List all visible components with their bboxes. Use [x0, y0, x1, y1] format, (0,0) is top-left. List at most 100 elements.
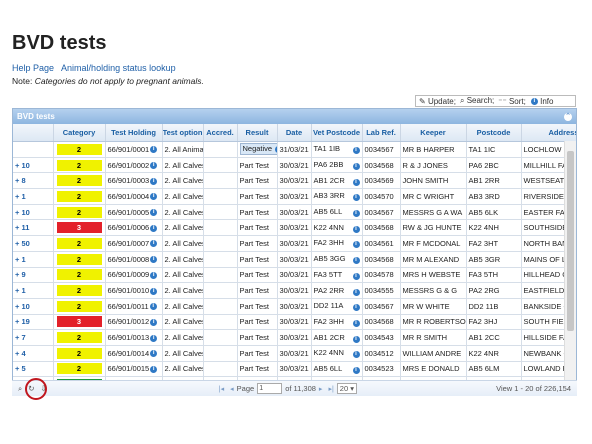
info-icon[interactable]: i — [150, 146, 158, 154]
result-value: Negative — [242, 144, 273, 154]
result-select[interactable]: Negative ▾ — [239, 143, 276, 156]
table-row[interactable]: + 7 2 66/901/0013 i 2. All Calves Part Test 30… — [13, 329, 576, 346]
info-icon[interactable]: i — [352, 366, 360, 374]
column-header-6[interactable]: Date — [277, 124, 312, 142]
animal-status-lookup-link[interactable]: Animal/holding status lookup — [61, 63, 176, 73]
grid-caption: BVD tests ⌃ — [13, 109, 576, 124]
table-cell: 2. All Calves — [162, 235, 204, 252]
info-icon[interactable]: i — [150, 350, 158, 358]
table-cell: + 10 — [13, 157, 54, 174]
info-icon[interactable]: i — [352, 147, 360, 155]
expand-toggle[interactable]: + 4 — [15, 349, 26, 358]
info-icon[interactable]: i — [150, 365, 158, 373]
info-icon[interactable]: i — [150, 224, 158, 232]
column-header-8[interactable]: Lab Ref. — [362, 124, 401, 142]
table-row[interactable]: + 19 3 66/901/0012 i 2. All Calves Part Test 3… — [13, 314, 576, 331]
expand-toggle[interactable]: + 5 — [15, 364, 26, 373]
table-row[interactable]: + 10 2 66/901/0002 i 2. All Calves Part Test 3… — [13, 157, 576, 174]
postcode: AB5 6LK — [468, 207, 499, 217]
column-header-3[interactable]: Test option — [162, 124, 204, 142]
expand-toggle[interactable]: + 11 — [15, 223, 29, 232]
column-header-1[interactable]: Category — [53, 124, 106, 142]
expand-toggle[interactable]: + 19 — [15, 317, 30, 326]
next-page-icon[interactable]: ▸ — [319, 385, 323, 393]
page-number-input[interactable]: 1 — [257, 383, 283, 394]
info-icon[interactable]: i — [352, 225, 360, 233]
column-header-5[interactable]: Result — [237, 124, 278, 142]
collapse-icon[interactable]: ⌃ — [564, 112, 572, 121]
expand-toggle[interactable]: + 1 — [15, 192, 26, 201]
expand-toggle[interactable]: + 7 — [15, 333, 26, 342]
column-header-10[interactable]: Postcode — [466, 124, 522, 142]
info-icon[interactable]: i — [150, 318, 158, 326]
expand-toggle[interactable]: + 10 — [15, 208, 30, 217]
table-row[interactable]: + 8 2 66/901/0003 i 2. All Calves Part Test 30… — [13, 172, 576, 190]
table-row[interactable]: + 10 2 66/901/0011 i 2. All Calves Part Test 3… — [13, 298, 576, 315]
scrollbar-thumb[interactable] — [567, 151, 574, 331]
table-row[interactable]: + 1 2 66/901/0010 i 2. All Calves Part Test 30… — [13, 282, 576, 299]
info-icon[interactable]: i — [352, 210, 360, 218]
info-icon[interactable]: i — [352, 257, 360, 265]
table-row[interactable]: + 1 2 66/901/0008 i 2. All Calves Part Test 30… — [13, 251, 576, 268]
expand-toggle[interactable]: + 9 — [15, 270, 26, 279]
info-icon[interactable]: i — [352, 272, 360, 280]
table-row[interactable]: + 11 3 66/901/0006 i 2. All Calves Part Test 3… — [13, 219, 576, 237]
rows-per-page-select[interactable]: 20 ▾ — [336, 383, 357, 394]
info-icon[interactable]: i — [352, 351, 360, 359]
info-icon[interactable]: i — [352, 335, 360, 343]
column-header-4[interactable]: Accred. — [203, 124, 238, 142]
page-label: Page — [236, 384, 255, 393]
table-row[interactable]: + 1 2 66/901/0004 i 2. All Calves Part Test 30… — [13, 188, 576, 205]
search-icon[interactable]: ⌕ — [18, 384, 22, 394]
column-header-2[interactable]: Test Holding — [105, 124, 163, 142]
expand-toggle[interactable]: + 8 — [15, 176, 26, 185]
info-icon[interactable]: i — [150, 271, 158, 279]
info-icon[interactable]: i — [352, 319, 360, 327]
table-row[interactable]: + 50 2 66/901/0007 i 2. All Calves Part Test 3… — [13, 235, 576, 252]
table-row[interactable]: 266/901/0001i2. All AnimalsNegative ▾31/… — [13, 141, 576, 158]
table-row[interactable]: + 4 2 66/901/0014 i 2. All Calves Part Test 30… — [13, 345, 576, 362]
info-icon[interactable]: i — [150, 162, 158, 170]
update-button[interactable]: ✎ Update; — [419, 97, 456, 106]
column-header-7[interactable]: Vet Postcode — [311, 124, 363, 142]
info-icon[interactable]: i — [149, 303, 157, 311]
search-button[interactable]: ⌕ Search; — [460, 96, 494, 106]
info-icon[interactable]: i — [150, 256, 158, 264]
table-cell: + 50 — [13, 235, 54, 252]
table-row[interactable]: + 10 2 66/901/0005 i 2. All Calves Part Test 3… — [13, 204, 576, 221]
info-icon[interactable]: i — [150, 287, 158, 295]
info-icon[interactable]: i — [150, 209, 158, 217]
info-icon[interactable]: i — [352, 178, 360, 186]
column-header-0[interactable] — [13, 124, 54, 142]
table-cell: PA6 2BB i — [311, 157, 363, 174]
table-row[interactable]: + 5 2 66/901/0015 i 2. All Calves Part Test 30… — [13, 361, 576, 378]
last-page-icon[interactable]: ▸| — [328, 385, 333, 393]
expand-toggle[interactable]: + 10 — [15, 161, 30, 170]
vertical-scrollbar[interactable] — [564, 141, 576, 381]
info-button[interactable]: i Info — [530, 97, 553, 106]
column-header-11[interactable]: Address — [521, 124, 576, 142]
info-icon[interactable]: i — [352, 194, 360, 202]
test-option: 2. All Calves — [164, 238, 203, 248]
prev-page-icon[interactable]: ◂ — [230, 385, 234, 393]
column-header-9[interactable]: Keeper — [400, 124, 467, 142]
table-row[interactable]: + 9 2 66/901/0009 i 2. All Calves Part Test 30… — [13, 267, 576, 284]
expand-toggle[interactable]: + 10 — [15, 302, 30, 311]
info-icon[interactable]: i — [352, 288, 360, 296]
expand-toggle[interactable]: + 50 — [15, 239, 30, 248]
info-icon[interactable]: i — [150, 240, 158, 248]
info-icon[interactable]: i — [150, 334, 158, 342]
first-page-icon[interactable]: |◂ — [219, 385, 224, 393]
table-cell: 0034523 — [362, 361, 401, 378]
expand-toggle[interactable]: + 1 — [15, 255, 26, 264]
info-icon[interactable]: i — [352, 241, 360, 249]
info-icon[interactable]: i — [352, 163, 360, 171]
help-page-link[interactable]: Help Page — [12, 63, 54, 73]
info-icon[interactable]: i — [150, 193, 158, 201]
postcode: AB1 2RR — [468, 176, 500, 186]
view-range-text: View 1 - 20 of 226,154 — [496, 384, 571, 393]
sort-button[interactable]: ⁻⁻ Sort; — [498, 97, 526, 106]
expand-toggle[interactable]: + 1 — [15, 286, 26, 295]
info-icon[interactable]: i — [150, 177, 158, 185]
info-icon[interactable]: i — [352, 304, 360, 312]
